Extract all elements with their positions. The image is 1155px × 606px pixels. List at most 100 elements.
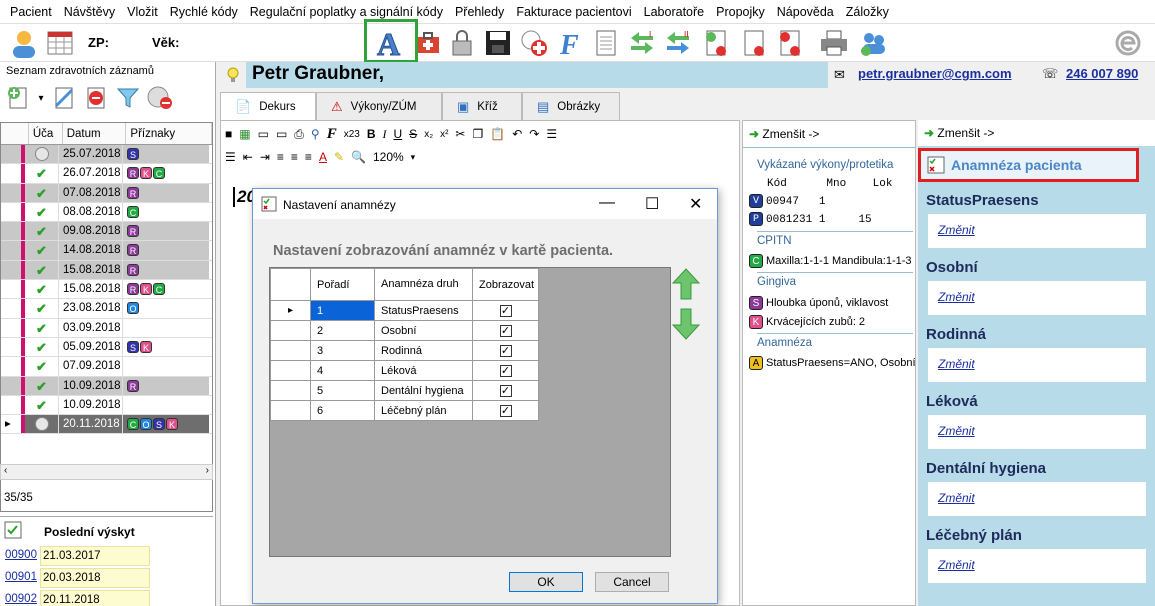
gingiva-row-1[interactable]: S Hloubka úponů, viklavost [749, 296, 888, 310]
scroll-right-icon[interactable]: › [206, 465, 209, 476]
print-icon[interactable]: ⎙ [294, 127, 304, 142]
show-checkbox[interactable]: ✓ [499, 364, 512, 377]
delete-record-icon[interactable] [82, 84, 110, 112]
show-checkbox[interactable]: ✓ [499, 384, 512, 397]
calendar-icon[interactable] [44, 27, 76, 59]
redo-icon[interactable]: ↷ [529, 127, 539, 141]
menu-item[interactable]: Rychlé kódy [164, 5, 244, 19]
change-link[interactable]: Změnit [938, 223, 975, 237]
show-checkbox[interactable]: ✓ [499, 404, 512, 417]
zoom-select[interactable]: 120% [373, 150, 404, 164]
table-row[interactable]: ▸ 20.11.2018 C O S K [1, 415, 212, 435]
transfer-2-icon[interactable]: II [662, 27, 694, 59]
move-up-button[interactable] [671, 267, 701, 309]
right-collapse-button[interactable]: ➜ Zmenšit -> [924, 126, 994, 140]
change-link[interactable]: Změnit [938, 491, 975, 505]
menu-item[interactable]: Nápověda [771, 5, 840, 19]
anamneza-row[interactable]: A StatusPraesens=ANO, Osobní= [749, 356, 915, 370]
menu-item[interactable]: Fakturace pacientovi [510, 5, 637, 19]
table-row[interactable]: ✔ 23.08.2018 O [1, 299, 212, 319]
align-left-icon[interactable]: ≡ [277, 150, 284, 164]
document-icon[interactable] [590, 27, 622, 59]
clear-filter-icon[interactable] [146, 84, 174, 112]
print-icon[interactable] [818, 27, 850, 59]
strike-icon[interactable]: S [409, 127, 417, 141]
doc-remove-icon[interactable] [738, 27, 770, 59]
col-poradi[interactable]: Pořadí [310, 268, 375, 301]
menu-item[interactable]: Vložit [121, 5, 164, 19]
table-row[interactable]: ✔ 26.07.2018 R K C [1, 164, 212, 184]
align-center-icon[interactable]: ≡ [291, 150, 298, 164]
type-cell[interactable]: Osobní [374, 320, 473, 341]
show-checkbox[interactable]: ✓ [499, 324, 512, 337]
users-icon[interactable] [858, 27, 890, 59]
menu-item[interactable]: Návštěvy [58, 5, 121, 19]
doc-add-icon[interactable] [700, 27, 732, 59]
zoom-dropdown-icon[interactable]: ▾ [411, 152, 416, 163]
maximize-icon[interactable]: ☐ [645, 194, 659, 214]
mid-collapse-button[interactable]: ➜ Zmenšit -> [749, 127, 819, 141]
zoom-icon[interactable]: 🔍 [351, 150, 366, 164]
subscript-icon[interactable]: x₂ [424, 129, 433, 140]
show-cell[interactable]: ✓ [472, 340, 539, 361]
order-cell[interactable]: 3 [310, 340, 375, 361]
col-datum[interactable]: Datum [63, 123, 127, 144]
underline-icon[interactable]: U [394, 127, 403, 141]
indent-icon[interactable]: ⇥ [260, 150, 270, 164]
find-icon[interactable]: ⚲ [311, 127, 320, 141]
col-priznaky[interactable]: Příznaky [126, 123, 212, 144]
show-cell[interactable]: ✓ [472, 320, 539, 341]
add-dropdown-icon[interactable]: ▾ [36, 84, 46, 112]
patient-phone[interactable]: 246 007 890 [1066, 66, 1138, 81]
table-row[interactable]: ✔ 03.09.2018 [1, 318, 212, 338]
table-row[interactable]: ✔ 10.09.2018 [1, 395, 212, 416]
highlight-icon[interactable]: ✎ [334, 150, 344, 164]
order-cell[interactable]: 1 [310, 300, 375, 321]
col-druh[interactable]: Anamnéza druh [374, 268, 473, 301]
vykon-row-2[interactable]: P 0081231 1 15 [749, 212, 872, 226]
table-row[interactable]: ✔ 15.08.2018 R [1, 260, 212, 281]
show-checkbox[interactable]: ✓ [499, 344, 512, 357]
cancel-button[interactable]: Cancel [595, 572, 669, 592]
cpitn-row[interactable]: C Maxilla:1-1-1 Mandibula:1-1-3 [749, 254, 912, 268]
lock-icon[interactable] [446, 27, 478, 59]
tab-obrazky[interactable]: ▤ Obrázky [522, 92, 620, 120]
copy-icon[interactable]: ❐ [472, 127, 483, 141]
table-row[interactable]: ✔ 10.09.2018 R [1, 376, 212, 396]
undo-icon[interactable]: ↶ [512, 127, 522, 141]
type-cell[interactable]: StatusPraesens [374, 300, 473, 321]
cut-icon[interactable]: ✂ [455, 127, 465, 141]
table-row[interactable]: 3 Rodinná ✓ [270, 340, 539, 361]
table-row[interactable]: 25.07.2018 S [1, 145, 212, 165]
save-icon[interactable] [482, 27, 514, 59]
template-icon[interactable]: ▭ [258, 127, 269, 141]
paste-icon[interactable]: 📋 [490, 127, 505, 141]
tab-dekurs[interactable]: 📄 Dekurs [220, 92, 316, 120]
ok-button[interactable]: OK [509, 572, 583, 592]
change-link[interactable]: Změnit [938, 357, 975, 371]
order-cell[interactable]: 4 [310, 360, 375, 381]
change-link[interactable]: Změnit [938, 424, 975, 438]
table-row[interactable]: 5 Dentální hygiena ✓ [270, 380, 539, 401]
table-row[interactable]: ✔ 14.08.2018 R [1, 241, 212, 261]
align-right-icon[interactable]: ≡ [305, 150, 312, 164]
type-cell[interactable]: Léková [374, 360, 473, 381]
table-row[interactable]: ✔ 07.09.2018 [1, 357, 212, 377]
text-color-icon[interactable]: A [319, 150, 327, 164]
patient-icon[interactable] [8, 27, 40, 59]
table-row[interactable]: 2 Osobní ✓ [270, 320, 539, 341]
menu-item[interactable]: Laboratoře [638, 5, 710, 19]
patient-email[interactable]: petr.graubner@cgm.com [858, 66, 1012, 81]
add-record-icon[interactable] [4, 84, 32, 112]
minimize-icon[interactable]: — [599, 194, 615, 212]
change-link[interactable]: Změnit [938, 290, 975, 304]
list-item[interactable]: 00900 21.03.2017 [0, 545, 213, 567]
list-item[interactable]: 00902 20.11.2018 [0, 589, 213, 606]
table-row[interactable]: ✔ 05.09.2018 S K [1, 337, 212, 358]
spell-icon[interactable]: ▦ [239, 127, 250, 141]
filter-icon[interactable] [114, 84, 142, 112]
vykon-row-1[interactable]: V 00947 1 [749, 194, 825, 208]
col-uca[interactable]: Úča [29, 123, 63, 144]
menu-item[interactable]: Přehledy [449, 5, 510, 19]
close-icon[interactable]: ✕ [689, 194, 702, 214]
